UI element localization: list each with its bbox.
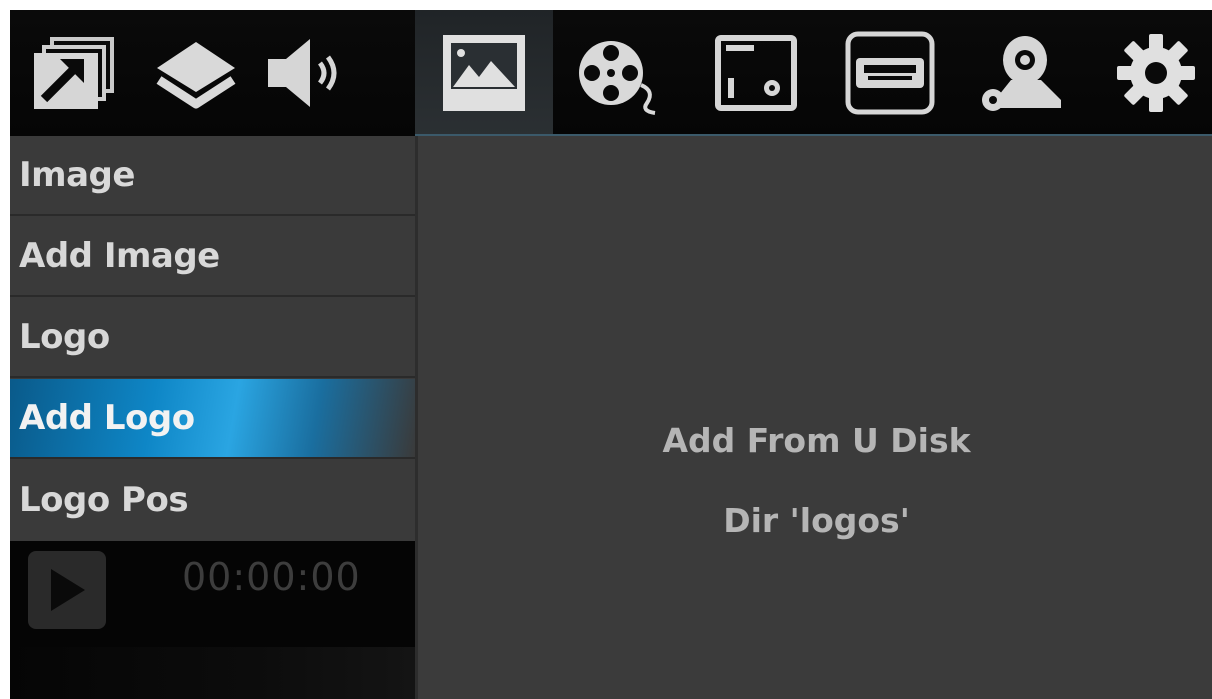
play-button[interactable] [28,551,106,629]
camera-settings-icon [982,36,1061,111]
toolbar-settings[interactable] [1102,10,1210,136]
toolbar-layers[interactable] [142,10,250,136]
hdmi-icon [845,31,935,115]
image-submenu: Image Add Image Logo Add Logo Logo Pos [10,136,415,541]
toolbar-audio[interactable] [250,10,358,136]
menu-item-image[interactable]: Image [10,136,415,216]
toolbar-media[interactable] [565,10,673,136]
top-toolbar [10,10,1212,136]
window-settings-icon [715,35,797,111]
menu-item-label: Add Logo [19,398,195,438]
menu-item-label: Add Image [19,236,220,276]
instruction-line-1: Add From U Disk [662,421,971,460]
player-strip: 00:00:00 [10,541,415,699]
speaker-icon [268,39,337,107]
toolbar-hdmi[interactable] [836,10,944,136]
app-window: Image Add Image Logo Add Logo Logo Pos 0… [10,10,1212,699]
timecode: 00:00:00 [182,555,361,599]
menu-item-label: Image [19,155,135,195]
toolbar-window[interactable] [702,10,810,136]
menu-item-logo-pos[interactable]: Logo Pos [10,460,415,540]
layers-icon [156,42,236,109]
film-reel-icon [579,41,656,115]
play-icon [51,569,85,611]
gear-icon [1117,34,1195,112]
toolbar-image[interactable] [415,10,553,136]
menu-item-label: Logo Pos [19,480,189,520]
export-icon [34,37,114,109]
content-panel: Add From U Disk Dir 'logos' [415,136,1212,699]
menu-item-add-image[interactable]: Add Image [10,217,415,297]
toolbar-camera[interactable] [965,10,1073,136]
menu-item-label: Logo [19,317,110,357]
image-icon [443,35,525,111]
menu-item-logo[interactable]: Logo [10,298,415,378]
instruction-line-2: Dir 'logos' [723,501,910,540]
toolbar-export[interactable] [22,10,130,136]
menu-item-add-logo[interactable]: Add Logo [10,379,415,459]
player-progress-area [10,647,415,699]
